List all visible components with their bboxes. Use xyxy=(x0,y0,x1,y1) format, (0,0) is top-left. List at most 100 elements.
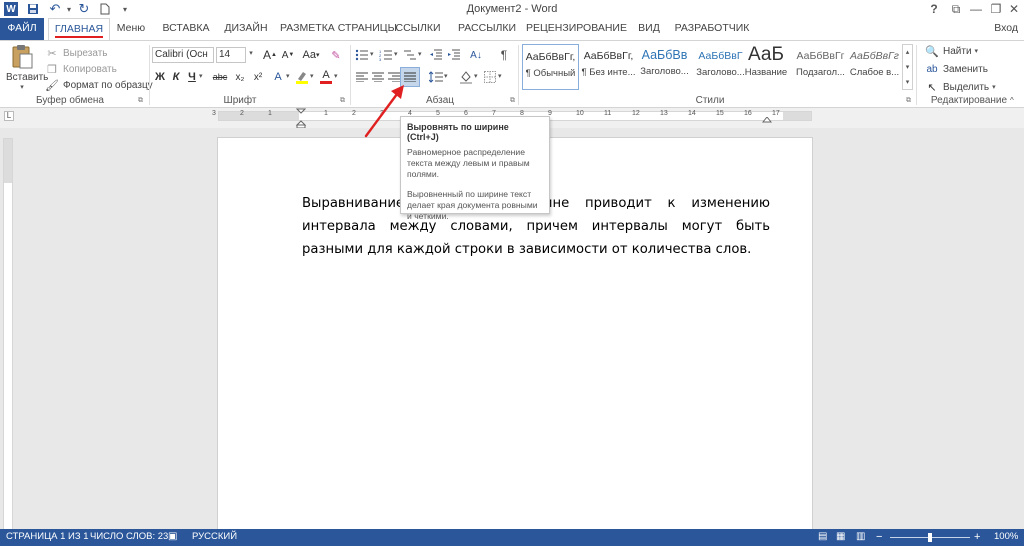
indent-markers[interactable] xyxy=(295,108,307,129)
select-label: Выделить xyxy=(943,81,990,93)
chevron-down-icon[interactable]: ▾ xyxy=(199,72,203,80)
zoom-out-icon[interactable]: − xyxy=(876,531,882,543)
tab-menu[interactable]: Меню xyxy=(114,18,148,40)
chevron-down-icon[interactable]: ▾ xyxy=(394,50,398,58)
proofing-icon[interactable]: ▣ xyxy=(168,531,177,542)
clipboard-launcher-icon[interactable]: ⧉ xyxy=(138,97,146,105)
font-name-combo[interactable]: Calibri (Осн ▾ xyxy=(152,47,224,63)
superscript-button[interactable]: x² xyxy=(250,69,266,85)
find-button[interactable]: 🔍 Найти ▾ xyxy=(924,43,978,59)
style-title[interactable]: АаБ Название xyxy=(742,44,790,90)
chevron-down-icon[interactable]: ▾ xyxy=(444,72,448,80)
font-name-input[interactable]: Calibri (Осн xyxy=(152,47,214,63)
ruler-tick-label: 15 xyxy=(716,110,724,117)
tab-file[interactable]: ФАЙЛ xyxy=(0,18,44,40)
tab-references[interactable]: ССЫЛКИ xyxy=(392,18,444,40)
minimize-icon[interactable]: — xyxy=(966,1,986,17)
decrease-indent-icon[interactable] xyxy=(428,47,444,63)
format-painter-button[interactable]: 🖌 Формат по образцу xyxy=(44,77,153,93)
sort-icon[interactable]: A↓ xyxy=(468,47,484,63)
show-formatting-marks-icon[interactable]: ¶ xyxy=(496,47,512,63)
bullets-icon[interactable] xyxy=(354,47,370,63)
chevron-down-icon[interactable]: ▾ xyxy=(906,63,910,71)
cut-button[interactable]: ✂ Вырезать xyxy=(44,45,107,61)
font-launcher-icon[interactable]: ⧉ xyxy=(340,97,348,105)
style-name: Заголово... xyxy=(696,67,745,78)
tab-selector-icon[interactable]: L xyxy=(4,111,14,121)
style-no-spacing[interactable]: АаБбВвГг, ¶ Без инте... xyxy=(580,44,637,90)
increase-indent-icon[interactable] xyxy=(446,47,462,63)
chevron-up-icon[interactable]: ▴ xyxy=(906,48,910,56)
paragraph-launcher-icon[interactable]: ⧉ xyxy=(510,97,518,105)
line-spacing-icon[interactable] xyxy=(428,69,444,85)
chevron-down-icon[interactable]: ▾ xyxy=(370,50,374,58)
style-heading-1[interactable]: АаБбВв Заголово... xyxy=(636,44,693,90)
read-mode-icon[interactable]: ▤ xyxy=(818,531,827,542)
paste-button[interactable]: Вставить ▾ xyxy=(6,44,48,91)
tab-mailings[interactable]: РАССЫЛКИ xyxy=(456,18,518,40)
tab-page-layout[interactable]: РАЗМЕТКА СТРАНИЦЫ xyxy=(280,18,397,40)
numbering-icon[interactable]: 123 xyxy=(378,47,394,63)
select-button[interactable]: ↖ Выделить ▾ xyxy=(924,79,995,95)
text-effects-icon[interactable]: A xyxy=(270,69,286,85)
ribbon-display-options-icon[interactable]: ⧉ xyxy=(946,1,966,17)
zoom-in-icon[interactable]: + xyxy=(974,531,980,543)
font-size-combo[interactable]: 14 ▾ xyxy=(216,47,256,63)
italic-button[interactable]: К xyxy=(168,69,184,85)
tab-design[interactable]: ДИЗАЙН xyxy=(222,18,270,40)
highlight-button[interactable] xyxy=(294,69,310,85)
chevron-down-icon[interactable]: ▾ xyxy=(334,72,338,80)
strikethrough-button[interactable]: abc xyxy=(210,69,230,85)
language[interactable]: РУССКИЙ xyxy=(192,531,237,542)
font-color-button[interactable]: A xyxy=(318,69,334,85)
change-case-button[interactable]: Aa ▾ xyxy=(300,47,322,63)
style-normal[interactable]: АаБбВвГг, ¶ Обычный xyxy=(522,44,579,90)
font-size-input[interactable]: 14 xyxy=(216,47,246,63)
replace-button[interactable]: ab Заменить xyxy=(924,61,988,77)
tab-review[interactable]: РЕЦЕНЗИРОВАНИЕ xyxy=(526,18,627,40)
subscript-button[interactable]: x₂ xyxy=(232,69,248,85)
chevron-down-icon[interactable]: ▾ xyxy=(498,72,502,80)
print-layout-icon[interactable]: ▦ xyxy=(836,531,845,542)
shading-icon[interactable] xyxy=(458,69,474,85)
sign-in-link[interactable]: Вход xyxy=(994,22,1018,34)
collapse-ribbon-icon[interactable]: ^ xyxy=(1010,96,1014,105)
styles-launcher-icon[interactable]: ⧉ xyxy=(906,97,914,105)
style-sample: АаБбВвГ xyxy=(698,50,743,62)
clear-formatting-icon[interactable]: ✎ xyxy=(328,47,344,63)
paintbrush-icon: 🖌 xyxy=(45,79,59,92)
styles-gallery-scroll[interactable]: ▴ ▾ ▾ xyxy=(902,44,913,90)
word-count[interactable]: ЧИСЛО СЛОВ: 23 xyxy=(90,531,168,542)
style-subtle-emphasis[interactable]: АаБбВвГг Слабое в... xyxy=(846,44,903,90)
replace-icon: ab xyxy=(926,63,938,75)
chevron-down-icon[interactable]: ▾ xyxy=(246,47,256,61)
vertical-ruler[interactable] xyxy=(3,138,13,530)
right-indent-marker[interactable] xyxy=(761,116,773,124)
tab-developer[interactable]: РАЗРАБОТЧИК xyxy=(672,18,752,40)
tab-view[interactable]: ВИД xyxy=(632,18,666,40)
web-layout-icon[interactable]: ▥ xyxy=(856,531,865,542)
help-icon[interactable]: ? xyxy=(924,1,944,17)
copy-button[interactable]: ❐ Копировать xyxy=(44,61,117,77)
chevron-down-icon[interactable]: ▾ xyxy=(474,72,478,80)
zoom-level[interactable]: 100% xyxy=(994,531,1018,542)
zoom-slider-thumb[interactable] xyxy=(928,533,932,542)
bold-button[interactable]: Ж xyxy=(152,69,168,85)
style-heading-2[interactable]: АаБбВвГ Заголово... xyxy=(692,44,749,90)
window-title: Документ2 - Word xyxy=(466,3,558,15)
chevron-down-icon[interactable]: ▾ xyxy=(286,72,290,80)
borders-icon[interactable] xyxy=(482,69,498,85)
underline-button[interactable]: Ч xyxy=(184,69,200,85)
chevron-down-icon[interactable]: ▾ xyxy=(418,50,422,58)
multilevel-list-icon[interactable] xyxy=(402,47,418,63)
page-count[interactable]: СТРАНИЦА 1 ИЗ 1 xyxy=(6,531,89,542)
grow-font-button[interactable]: A ▲ xyxy=(262,47,278,63)
style-sample: АаБбВвГг xyxy=(850,50,899,62)
style-subtitle[interactable]: АаБбВвГг Подзагол... xyxy=(792,44,849,90)
restore-icon[interactable]: ❐ xyxy=(986,1,1006,17)
more-styles-icon[interactable]: ▾ xyxy=(906,78,910,86)
shrink-font-button[interactable]: A ▼ xyxy=(280,47,296,63)
chevron-down-icon[interactable]: ▾ xyxy=(310,72,314,80)
close-icon[interactable]: ✕ xyxy=(1004,1,1024,17)
tab-insert[interactable]: ВСТАВКА xyxy=(158,18,214,40)
